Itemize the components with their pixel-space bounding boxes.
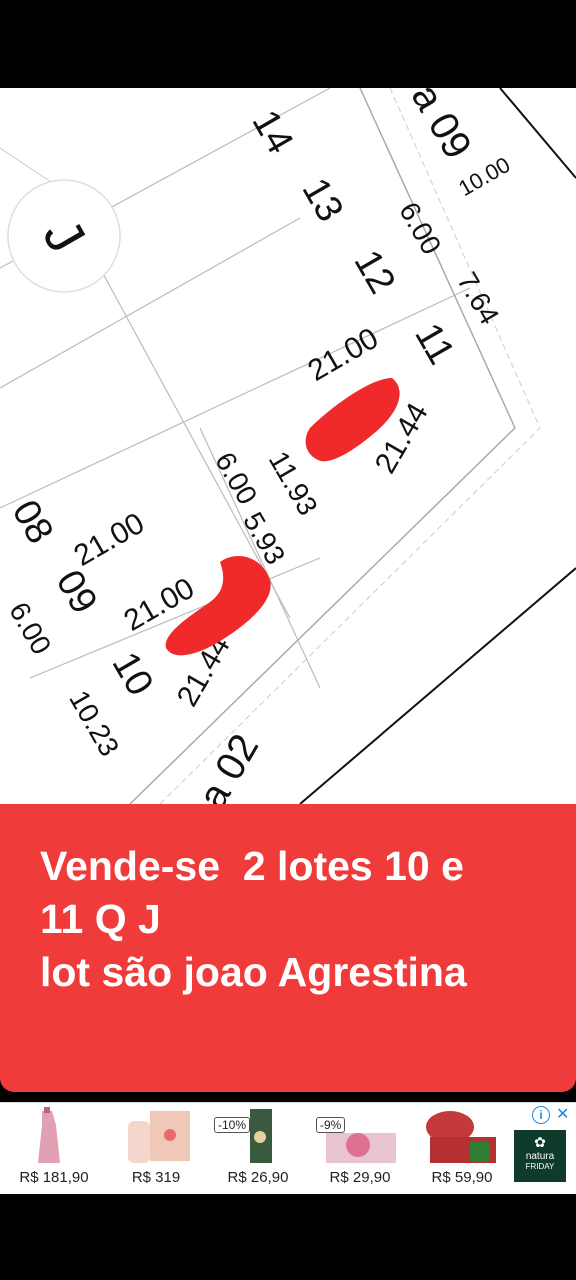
product-bottle-icon — [250, 1109, 272, 1163]
close-icon[interactable]: ✕ — [556, 1104, 569, 1124]
natura-sub: FRIDAY — [525, 1162, 555, 1171]
ad-item[interactable]: R$ 181,90 — [4, 1107, 100, 1191]
lot-number-14: 14 — [244, 103, 302, 161]
street-label-bottom: a 02 — [190, 727, 267, 804]
measure-6-mid: 6.00 — [209, 447, 263, 510]
discount-badge: -10% — [214, 1117, 251, 1133]
top-black-bar — [0, 0, 576, 88]
ad-price: R$ 319 — [131, 1169, 181, 1186]
ad-item[interactable]: R$ 59,90 — [412, 1107, 508, 1191]
ad-item[interactable]: -10% R$ 26,90 — [208, 1107, 304, 1191]
ad-price: R$ 181,90 — [19, 1169, 89, 1186]
info-icon[interactable]: i — [532, 1106, 550, 1124]
lot-plan-image: J a 09 a 02 14 13 12 11 08 09 10 10.00 6… — [0, 88, 576, 804]
natura-flower-icon: ✿ — [534, 1134, 546, 1150]
ad-strip[interactable]: R$ 181,90 R$ 319 -10% R$ 26,90 -9% R$ 29… — [0, 1102, 576, 1195]
natura-logo[interactable]: ✿ natura FRIDAY — [514, 1130, 566, 1182]
ad-price: R$ 26,90 — [227, 1169, 289, 1186]
bottom-black-bar — [0, 1194, 576, 1280]
sale-banner-text: Vende-se 2 lotes 10 e 11 Q J lot são joa… — [40, 843, 467, 995]
lot-number-13: 13 — [294, 171, 352, 229]
measure-7-64: 7.64 — [451, 267, 505, 330]
measure-10-23: 10.23 — [63, 685, 125, 761]
ad-item[interactable]: R$ 319 — [106, 1107, 202, 1191]
ad-price: R$ 59,90 — [431, 1169, 493, 1186]
lot-number-12: 12 — [346, 243, 404, 301]
ad-item[interactable]: -9% R$ 29,90 — [310, 1107, 406, 1191]
natura-brand: natura — [525, 1151, 555, 1162]
gift-box-icon — [426, 1111, 496, 1163]
sale-banner: Vende-se 2 lotes 10 e 11 Q J lot são joa… — [0, 804, 576, 1092]
lot-number-11: 11 — [406, 316, 462, 371]
lot-number-09: 09 — [48, 563, 106, 621]
soap-set-icon — [326, 1133, 396, 1163]
measure-6-left: 6.00 — [3, 597, 57, 660]
street-label-top: a 09 — [403, 88, 480, 166]
measure-21-top: 21.00 — [302, 322, 384, 388]
ad-price: R$ 29,90 — [329, 1169, 391, 1186]
measure-top-right: 10.00 — [454, 152, 514, 201]
discount-badge: -9% — [316, 1117, 346, 1133]
gift-set-icon — [128, 1111, 190, 1163]
perfume-bottle-icon — [38, 1107, 60, 1163]
measure-6-top: 6.00 — [393, 197, 447, 260]
measure-21-left: 21.00 — [68, 507, 150, 573]
lot-plan-drawing: J a 09 a 02 14 13 12 11 08 09 10 10.00 6… — [0, 88, 576, 804]
lot-number-10: 10 — [104, 645, 162, 703]
